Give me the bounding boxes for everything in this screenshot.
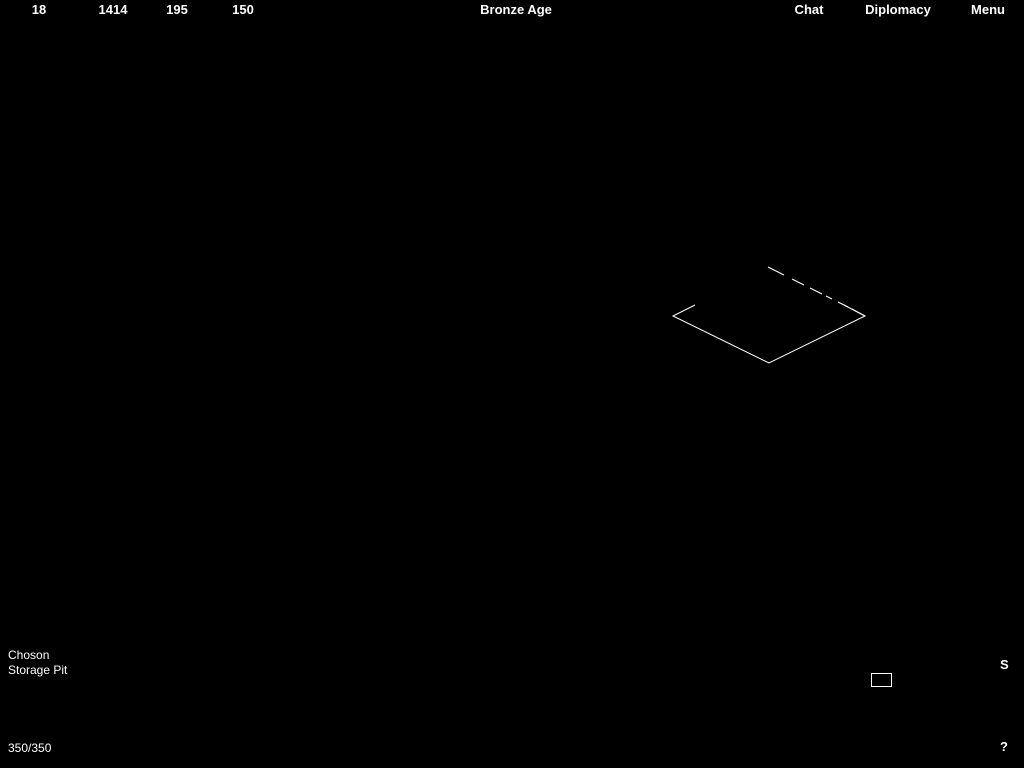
signal-allies-button[interactable]: S: [1000, 657, 1009, 673]
game-map[interactable]: [0, 0, 1024, 768]
minimap-viewport-rectangle[interactable]: [871, 673, 892, 687]
help-button[interactable]: ?: [1000, 739, 1008, 755]
selected-civilization: Choson: [8, 648, 50, 662]
game-screen[interactable]: 18 1414 195 150 Bronze Age Chat Diplomac…: [0, 0, 1024, 768]
building-placement-outline[interactable]: [671, 266, 867, 364]
selected-building-name: Storage Pit: [8, 663, 68, 677]
selected-hit-points: 350/350: [8, 741, 52, 755]
